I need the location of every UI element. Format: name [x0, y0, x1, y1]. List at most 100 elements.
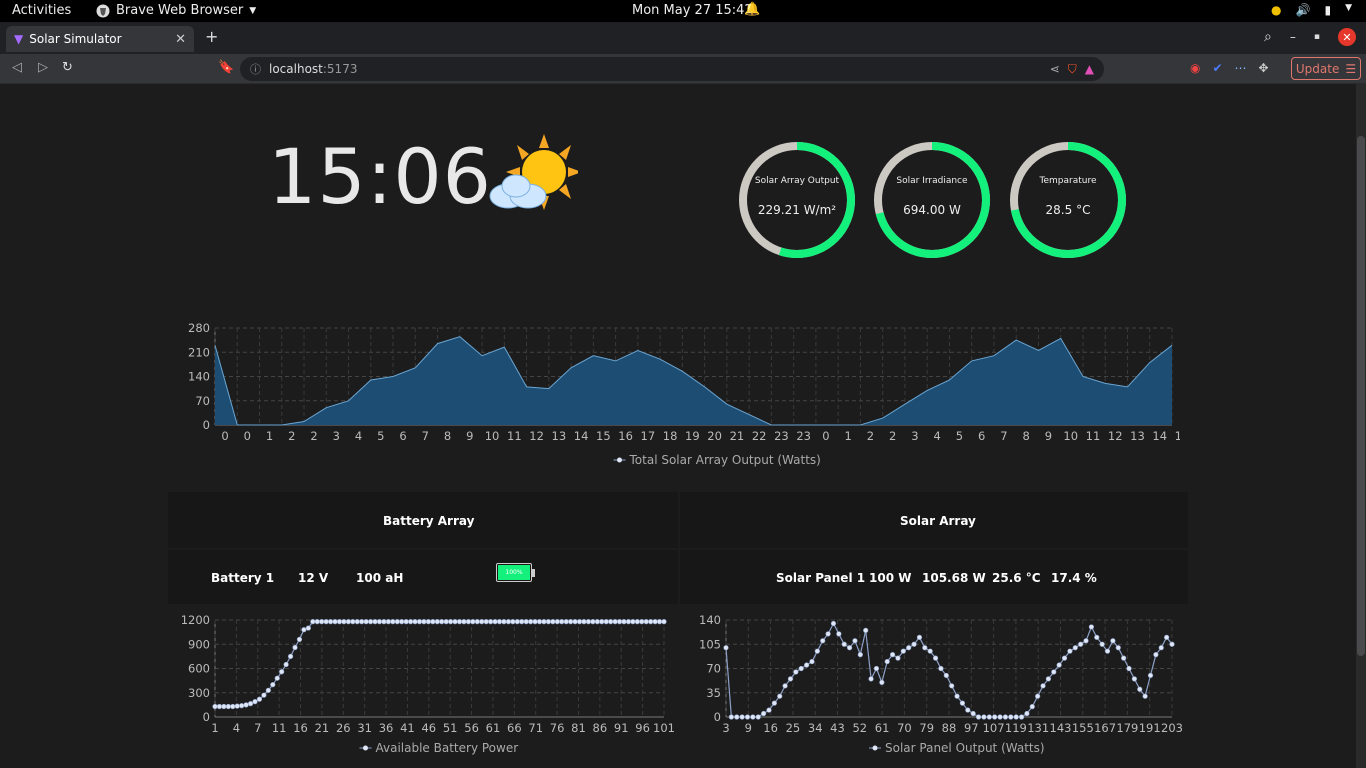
window-controls: ⌕ – ▪ ✕: [1264, 28, 1356, 46]
data-point: [857, 652, 863, 658]
data-point: [1035, 693, 1041, 699]
data-point: [327, 619, 334, 625]
x-tick-label: 12: [1108, 429, 1123, 443]
x-tick-label: 19: [685, 429, 700, 443]
update-button[interactable]: Update ☰: [1291, 57, 1361, 80]
data-point: [970, 710, 976, 717]
battery-charge-icon: 100%: [496, 563, 535, 582]
data-point: [212, 703, 218, 710]
data-point: [256, 696, 263, 702]
data-point: [643, 619, 649, 625]
share-icon[interactable]: ⋖: [1050, 62, 1060, 76]
data-point: [612, 619, 618, 625]
data-point: [594, 619, 600, 625]
x-tick-label: 2: [288, 429, 295, 443]
data-point: [621, 619, 627, 625]
x-tick-label: 101: [653, 721, 675, 735]
maximize-icon[interactable]: ▪: [1314, 32, 1320, 42]
data-point: [554, 619, 560, 625]
extension-icon[interactable]: ◉: [1190, 61, 1200, 75]
data-point: [261, 692, 267, 698]
brave-shields-icon[interactable]: ⛉: [1068, 62, 1077, 77]
data-point: [959, 700, 966, 706]
legend-label: Available Battery Power: [376, 741, 519, 755]
data-point: [323, 619, 329, 625]
y-tick-label: 0: [203, 418, 210, 432]
x-tick-label: 21: [730, 429, 745, 443]
volume-icon: 🔊: [1295, 3, 1311, 17]
data-point: [559, 619, 565, 625]
search-tabs-icon[interactable]: ⌕: [1264, 29, 1272, 45]
x-tick-label: 119: [1005, 721, 1027, 735]
brave-rewards-icon[interactable]: ▲: [1085, 62, 1094, 76]
url-port: :5173: [322, 62, 358, 76]
x-tick-label: 9: [745, 721, 752, 735]
data-point: [488, 619, 494, 625]
x-tick-label: 22: [752, 429, 767, 443]
data-point: [1137, 686, 1143, 692]
url-bar[interactable]: ⓘ localhost :5173 ⋖ ⛉ ▲: [240, 57, 1104, 81]
data-point: [247, 701, 254, 707]
data-point: [965, 707, 971, 713]
x-tick-label: 3: [911, 429, 918, 443]
bookmark-icon[interactable]: 🔖: [218, 60, 234, 75]
data-point: [1056, 662, 1062, 668]
data-point: [608, 619, 614, 625]
legend-swatch-dot: [363, 745, 368, 751]
puzzle-icon[interactable]: ✥: [1259, 61, 1269, 75]
data-point: [1147, 672, 1154, 679]
data-point: [216, 703, 223, 710]
back-icon[interactable]: ◁: [12, 60, 22, 75]
scrollbar-thumb[interactable]: [1357, 136, 1365, 656]
data-point: [761, 710, 767, 717]
solar-panel-name: Solar Panel 1: [776, 571, 866, 585]
y-tick-label: 210: [188, 345, 210, 359]
tab-solar-simulator[interactable]: ▼ Solar Simulator ✕: [6, 26, 194, 52]
new-tab-button[interactable]: +: [205, 27, 218, 46]
x-tick-label: 86: [593, 721, 608, 735]
data-point: [836, 631, 842, 637]
x-tick-label: 8: [444, 429, 451, 443]
solar-panel-output: 105.68 W: [922, 571, 986, 585]
reload-icon[interactable]: ↻: [62, 60, 73, 75]
x-tick-label: 34: [808, 721, 823, 735]
data-point: [846, 645, 853, 651]
activities-button[interactable]: Activities: [12, 3, 71, 18]
x-tick-label: 23: [796, 429, 811, 443]
battery-array-panel: Battery Array: [168, 492, 678, 548]
x-tick-label: 131: [1027, 721, 1049, 735]
data-point: [292, 644, 298, 651]
data-point: [820, 638, 826, 644]
page-scrollbar[interactable]: [1356, 84, 1366, 768]
data-point: [992, 714, 998, 720]
data-point: [590, 619, 596, 625]
minimize-icon[interactable]: –: [1290, 30, 1296, 44]
system-tray[interactable]: ● 🔊 ▮ ▼: [1271, 3, 1352, 17]
data-point: [576, 619, 583, 625]
system-clock[interactable]: Mon May 27 15:42: [632, 3, 753, 18]
data-point: [938, 665, 944, 672]
close-window-icon[interactable]: ✕: [1338, 28, 1356, 46]
solar-array-title: Solar Array: [900, 514, 976, 528]
data-point: [359, 619, 365, 625]
data-point: [744, 714, 751, 720]
app-menu[interactable]: Brave Web Browser ▼: [96, 3, 256, 18]
data-point: [639, 619, 645, 625]
close-tab-icon[interactable]: ✕: [175, 32, 186, 47]
extension-check-icon[interactable]: ✔: [1212, 61, 1222, 75]
data-point: [350, 619, 356, 625]
forward-icon[interactable]: ▷: [38, 60, 48, 75]
legend-swatch-dot: [617, 457, 622, 463]
site-info-icon[interactable]: ⓘ: [250, 61, 261, 77]
data-point: [296, 636, 303, 643]
y-tick-label: 900: [188, 637, 210, 651]
x-tick-label: 15: [596, 429, 611, 443]
dashboard-page: 15:06 Solar Array Output 229.21 W/m² Solar…: [0, 84, 1356, 768]
data-point: [510, 619, 516, 625]
x-tick-label: 18: [663, 429, 678, 443]
x-tick-label: 36: [379, 721, 394, 735]
extension-dots-icon[interactable]: ⋯: [1235, 61, 1247, 75]
chart-legend: Total Solar Array Output (Watts): [613, 453, 821, 467]
battery-icon: ▮: [1324, 3, 1332, 17]
x-tick-label: 7: [254, 721, 261, 735]
